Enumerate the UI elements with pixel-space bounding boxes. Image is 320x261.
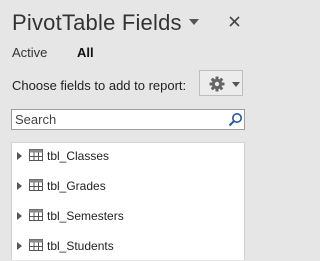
close-button[interactable] — [226, 13, 244, 31]
gear-icon — [209, 76, 225, 92]
close-icon — [229, 16, 240, 27]
table-icon — [29, 239, 43, 251]
field-list: tbl_Classes tbl_Grades tbl_Semesters tbl… — [11, 142, 245, 260]
list-item[interactable]: tbl_Classes — [12, 143, 244, 171]
chevron-down-icon[interactable] — [189, 19, 199, 25]
expand-icon[interactable] — [17, 182, 22, 190]
expand-icon[interactable] — [17, 242, 22, 250]
choose-fields-label: Choose fields to add to report: — [12, 78, 187, 93]
tab-all[interactable]: All — [77, 45, 94, 60]
chevron-down-icon — [232, 82, 240, 87]
expand-icon[interactable] — [17, 152, 22, 160]
table-icon — [29, 149, 43, 161]
field-label: tbl_Classes — [47, 149, 110, 163]
field-label: tbl_Grades — [47, 179, 106, 193]
tab-bar: Active All — [12, 45, 94, 60]
field-label: tbl_Semesters — [47, 209, 124, 223]
pane-title: PivotTable Fields — [12, 10, 182, 35]
tools-button[interactable] — [199, 70, 243, 96]
search-input[interactable] — [12, 110, 220, 129]
tab-active[interactable]: Active — [12, 45, 47, 60]
table-icon — [29, 179, 43, 191]
list-item[interactable]: tbl_Students — [12, 233, 244, 261]
expand-icon[interactable] — [17, 212, 22, 220]
search-box — [11, 109, 245, 130]
field-label: tbl_Students — [47, 239, 114, 253]
search-icon[interactable] — [228, 112, 243, 127]
table-icon — [29, 209, 43, 221]
list-item[interactable]: tbl_Semesters — [12, 203, 244, 231]
list-item[interactable]: tbl_Grades — [12, 173, 244, 201]
